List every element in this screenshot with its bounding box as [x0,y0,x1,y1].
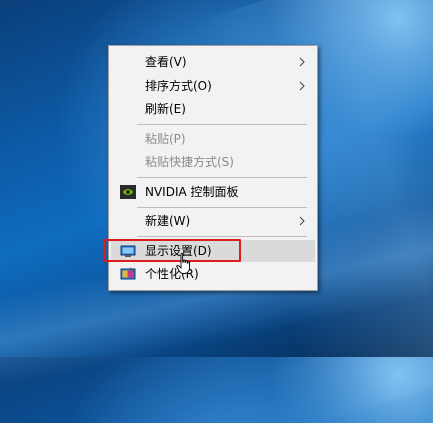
annotation-highlight-box [103,239,241,262]
menu-separator [137,236,307,237]
chevron-right-icon [299,216,305,226]
personalize-icon [120,267,136,280]
menu-separator [137,207,307,208]
menu-item-label: 新建(W) [145,214,191,228]
menu-item-paste-shortcut[interactable]: 粘贴快捷方式(S) [111,151,315,173]
menu-item-label: 粘贴快捷方式(S) [145,155,234,169]
menu-item-personalize[interactable]: 个性化(R) [111,263,315,285]
menu-item-label: 查看(V) [145,55,187,69]
menu-separator [137,177,307,178]
chevron-right-icon [299,57,305,67]
menu-item-label: 刷新(E) [145,102,186,116]
menu-item-refresh[interactable]: 刷新(E) [111,98,315,120]
menu-item-paste[interactable]: 粘贴(P) [111,128,315,150]
hand-pointer-icon [176,253,190,274]
menu-item-label: NVIDIA 控制面板 [145,185,239,199]
nvidia-icon [120,185,136,199]
menu-item-nvidia-control-panel[interactable]: NVIDIA 控制面板 [111,181,315,203]
menu-item-view[interactable]: 查看(V) [111,51,315,73]
menu-item-sort-by[interactable]: 排序方式(O) [111,75,315,97]
menu-item-label: 粘贴(P) [145,132,186,146]
menu-item-new[interactable]: 新建(W) [111,210,315,232]
menu-separator [137,124,307,125]
menu-item-label: 排序方式(O) [145,79,212,93]
chevron-right-icon [299,81,305,91]
